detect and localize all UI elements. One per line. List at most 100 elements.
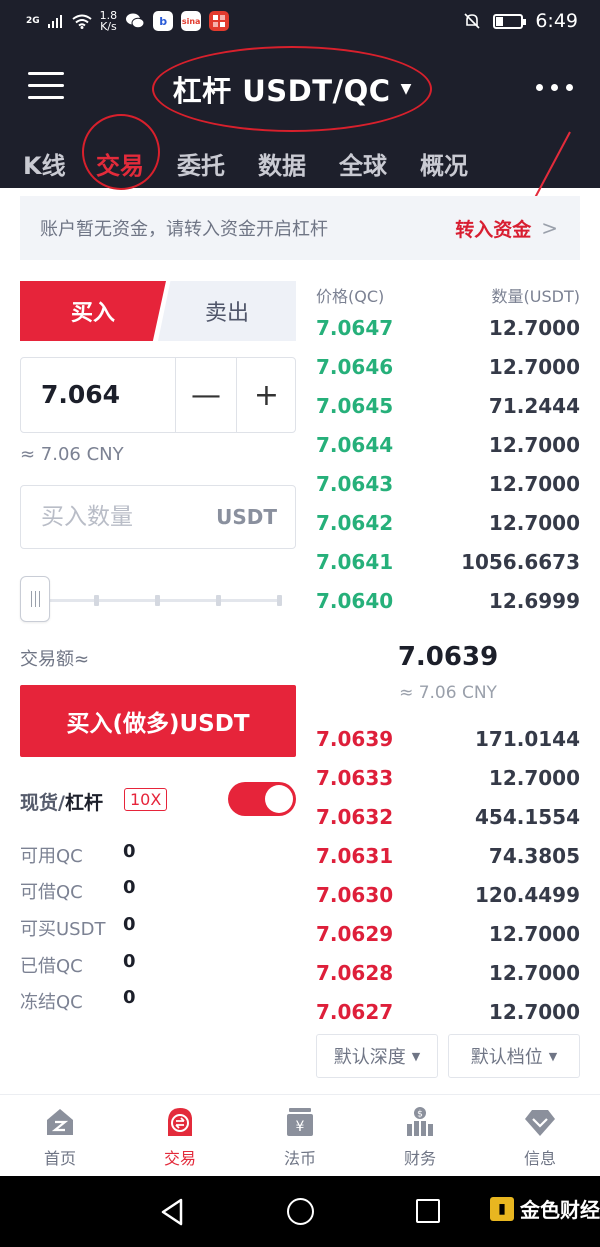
ask-qty: 12.7000: [488, 472, 580, 496]
recent-apps-icon[interactable]: [416, 1199, 440, 1223]
buy-tab[interactable]: 买入: [20, 281, 166, 341]
bid-row[interactable]: 7.0627 12.7000: [316, 997, 580, 1027]
orderbook-header: 价格(QC) 数量(USDT): [316, 283, 580, 307]
menu-icon[interactable]: [28, 72, 64, 102]
nav-fiat[interactable]: ¥ 法币: [240, 1095, 360, 1177]
balance-value: 0: [123, 951, 136, 972]
tab-kline[interactable]: K线: [23, 146, 66, 181]
minus-icon: —: [191, 377, 221, 413]
watermark-logo: ▮: [490, 1196, 514, 1221]
buy-sell-tabs: 卖出 买入: [20, 281, 296, 341]
bid-row[interactable]: 7.0632 454.1554: [316, 802, 580, 832]
ask-row[interactable]: 7.0641 1056.6673: [316, 547, 580, 577]
wechat-icon: [125, 11, 145, 31]
bid-qty: 120.4499: [474, 883, 580, 907]
leverage-label: 杠杆: [64, 792, 103, 814]
nav-trade-label: 交易: [163, 1149, 196, 1168]
bid-qty: 171.0144: [474, 727, 580, 751]
balance-row: 可买USDT 0: [20, 911, 296, 941]
level-select[interactable]: 默认档位 ▼: [448, 1034, 580, 1078]
last-price-cny: ≈ 7.06 CNY: [399, 683, 497, 703]
bid-price: 7.0633: [316, 766, 394, 790]
ask-row[interactable]: 7.0645 71.2444: [316, 391, 580, 421]
ask-price: 7.0645: [316, 394, 394, 418]
svg-text:$: $: [417, 1110, 423, 1120]
leverage-badge: 10X: [124, 788, 168, 811]
tab-data[interactable]: 数据: [258, 146, 306, 181]
annotation-circle: [82, 114, 160, 190]
ask-qty: 12.7000: [488, 355, 580, 379]
ask-price: 7.0641: [316, 550, 394, 574]
bid-row[interactable]: 7.0639 171.0144: [316, 724, 580, 754]
chevron-down-icon: ▼: [411, 1049, 421, 1063]
ask-row[interactable]: 7.0647 12.7000: [316, 313, 580, 343]
ask-qty: 71.2444: [488, 394, 580, 418]
price-input[interactable]: 7.064: [41, 380, 120, 409]
ask-row[interactable]: 7.0643 12.7000: [316, 469, 580, 499]
back-icon[interactable]: [160, 1198, 184, 1226]
balance-value: 0: [123, 877, 136, 898]
transfer-funds-link[interactable]: 转入资金 >: [455, 215, 558, 242]
increase-price-button[interactable]: +: [236, 358, 296, 432]
bid-qty: 12.7000: [488, 1000, 580, 1024]
bid-row[interactable]: 7.0631 74.3805: [316, 841, 580, 871]
ask-row[interactable]: 7.0644 12.7000: [316, 430, 580, 460]
grid-app-icon: [209, 11, 230, 31]
depth-select[interactable]: 默认深度 ▼: [316, 1034, 438, 1078]
ask-qty: 12.7000: [488, 433, 580, 457]
system-nav-bar: ▮ 金色财经: [0, 1176, 600, 1247]
app-header: 杠杆 USDT/QC ▼ K线 交易 委托 数据 全球 概况: [0, 46, 600, 234]
amount-slider[interactable]: [20, 576, 296, 624]
ask-row[interactable]: 7.0642 12.7000: [316, 508, 580, 538]
chevron-down-icon: ▼: [400, 81, 412, 97]
nav-fiat-label: 法币: [283, 1149, 316, 1168]
tab-overview[interactable]: 概况: [420, 146, 468, 181]
ask-qty: 1056.6673: [461, 550, 580, 574]
nav-info[interactable]: 信息: [480, 1095, 600, 1177]
buy-long-button[interactable]: 买入(做多)USDT: [20, 685, 296, 757]
nav-finance-label: 财务: [403, 1149, 436, 1168]
balance-value: 0: [123, 914, 136, 935]
bid-price: 7.0630: [316, 883, 394, 907]
ask-row[interactable]: 7.0640 12.6999: [316, 586, 580, 616]
status-bar: 2G 1.8 K/s b sina 6:49: [0, 0, 600, 46]
tab-global[interactable]: 全球: [339, 146, 387, 181]
exchange-icon: [168, 1108, 192, 1136]
bid-qty: 12.7000: [488, 922, 580, 946]
price-stepper: 7.064 — +: [20, 357, 296, 433]
margin-toggle[interactable]: [228, 782, 296, 816]
balance-value: 0: [123, 841, 136, 862]
net-speed: 1.8 K/s: [100, 10, 118, 32]
last-price: 7.0639: [397, 642, 499, 672]
slider-thumb[interactable]: [20, 576, 50, 622]
nav-info-label: 信息: [523, 1149, 556, 1168]
decrease-price-button[interactable]: —: [175, 358, 236, 432]
ask-price: 7.0644: [316, 433, 394, 457]
net-speed-unit: K/s: [100, 20, 117, 33]
ask-qty: 12.6999: [488, 589, 580, 613]
balance-label: 冻结QC: [20, 992, 83, 1013]
transfer-funds-label: 转入资金: [455, 218, 532, 241]
bid-price: 7.0628: [316, 961, 394, 985]
margin-toggle-row: 现货/杠杆 10X: [20, 782, 296, 818]
home-button-icon[interactable]: [287, 1198, 314, 1225]
level-select-label: 默认档位: [470, 1047, 543, 1068]
bid-row[interactable]: 7.0630 120.4499: [316, 880, 580, 910]
funds-notice: 账户暂无资金，请转入资金开启杠杆 转入资金 >: [20, 196, 580, 260]
bid-row[interactable]: 7.0629 12.7000: [316, 919, 580, 949]
bid-row[interactable]: 7.0633 12.7000: [316, 763, 580, 793]
tab-orders[interactable]: 委托: [177, 146, 225, 181]
nav-finance[interactable]: $ 财务: [360, 1095, 480, 1177]
ask-price: 7.0643: [316, 472, 394, 496]
quantity-input[interactable]: [21, 486, 211, 548]
nav-trade[interactable]: 交易: [120, 1095, 240, 1177]
ask-row[interactable]: 7.0646 12.7000: [316, 352, 580, 382]
quantity-field: USDT: [20, 485, 296, 549]
spot-label: 现货/: [20, 792, 65, 814]
nav-home[interactable]: 首页: [0, 1095, 120, 1177]
pair-selector[interactable]: 杠杆 USDT/QC ▼: [152, 46, 432, 132]
more-icon[interactable]: [536, 84, 573, 91]
bid-row[interactable]: 7.0628 12.7000: [316, 958, 580, 988]
sell-tab[interactable]: 卖出: [158, 281, 296, 341]
plus-icon: +: [253, 377, 280, 413]
